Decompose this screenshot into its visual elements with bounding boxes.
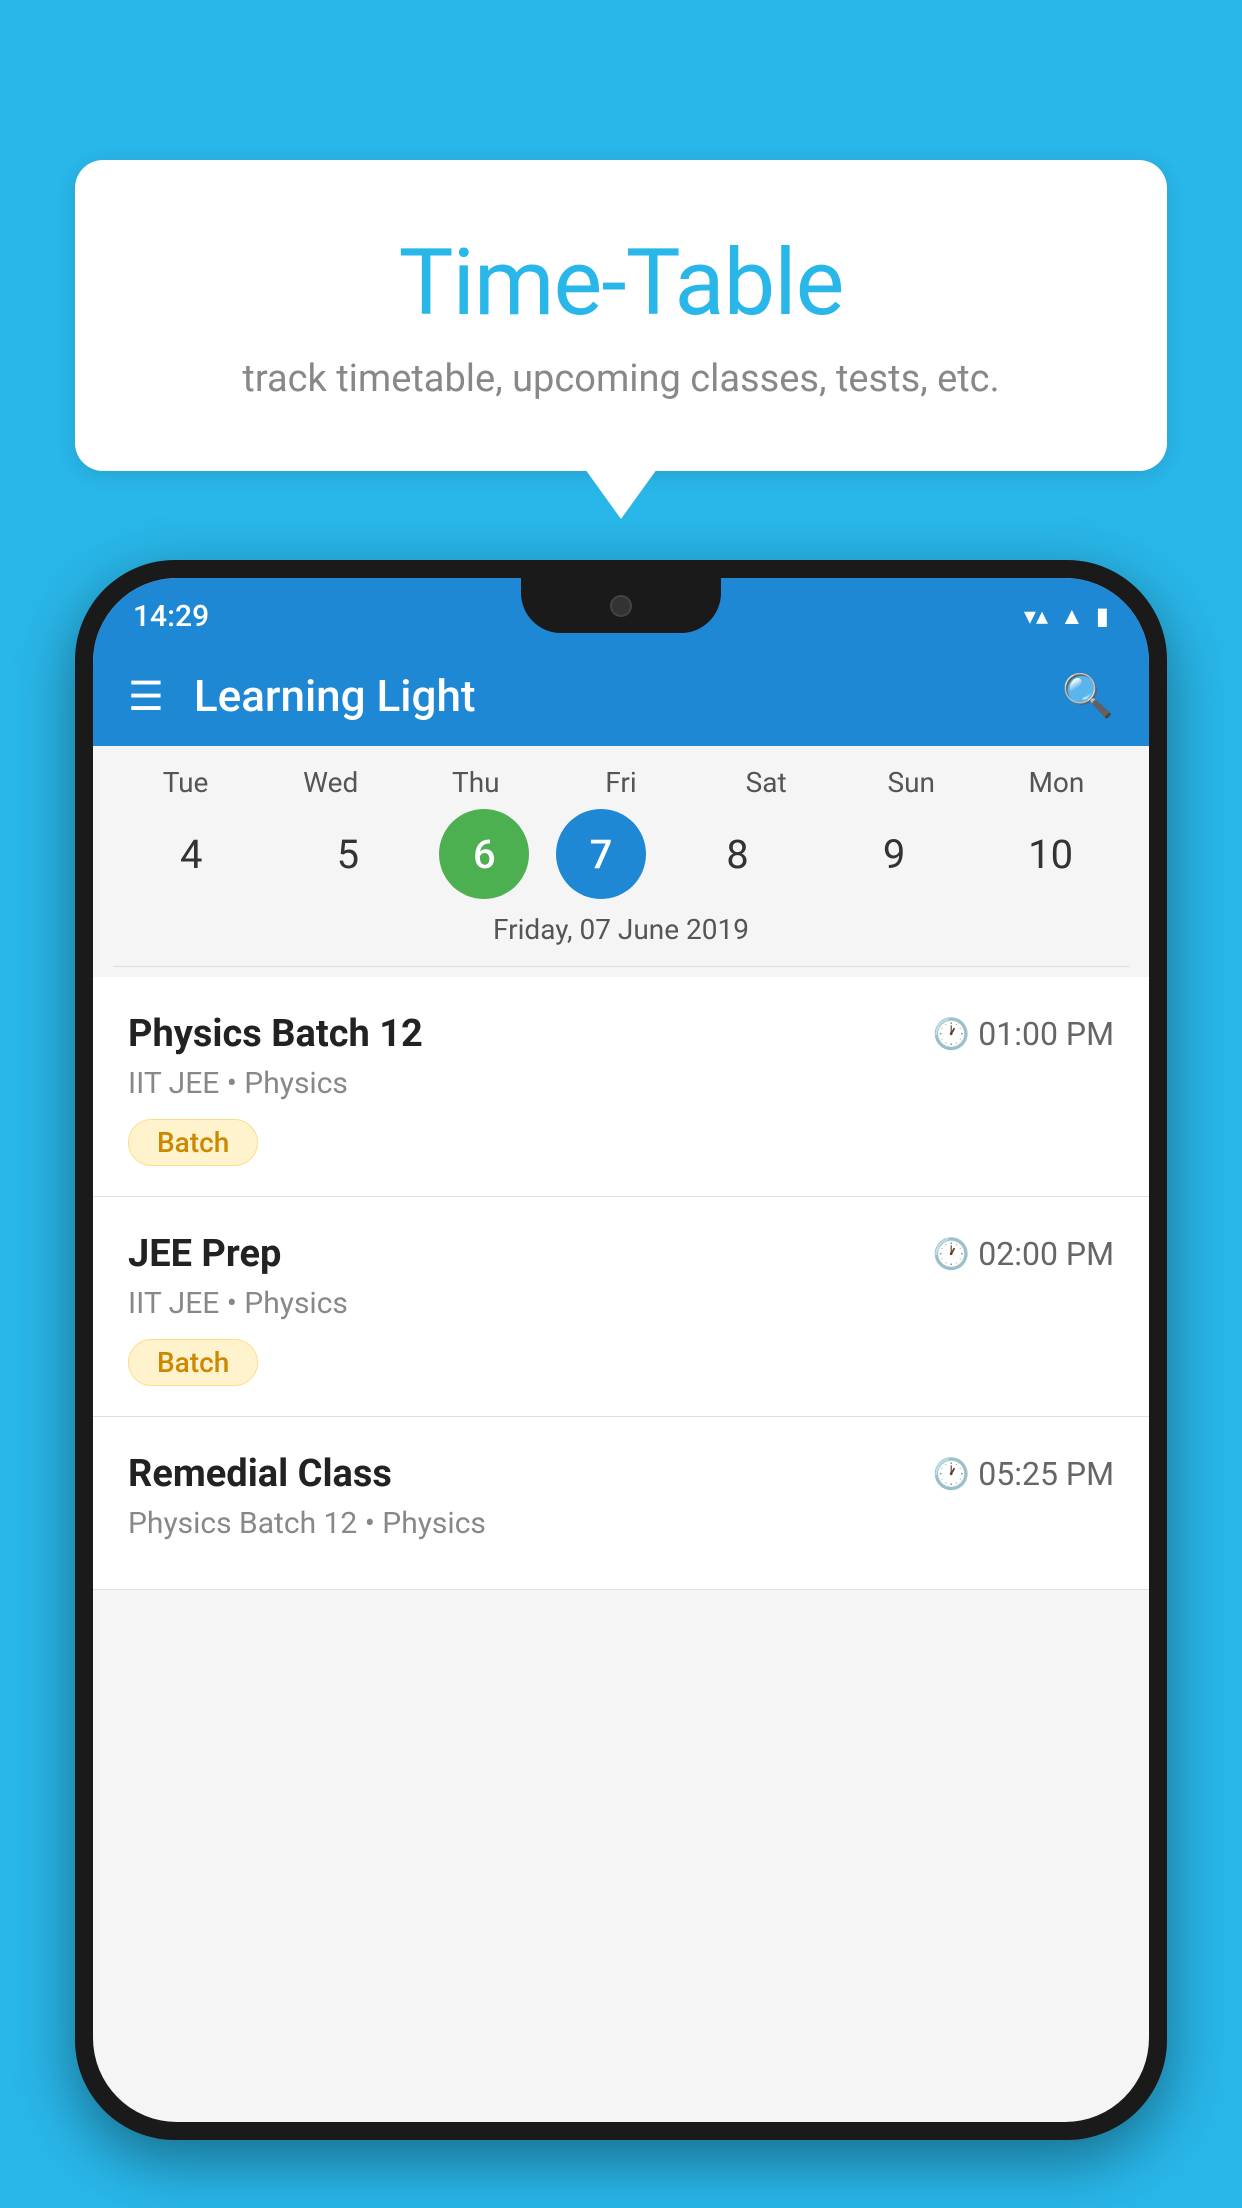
hamburger-icon[interactable]: ☰ [128, 673, 164, 720]
schedule-list: Physics Batch 12 🕐 01:00 PM IIT JEE • Ph… [93, 977, 1149, 1590]
schedule-item-2[interactable]: JEE Prep 🕐 02:00 PM IIT JEE • Physics Ba… [93, 1197, 1149, 1417]
front-camera [610, 595, 632, 617]
day-4[interactable]: 4 [126, 809, 256, 899]
clock-icon-3: 🕐 [933, 1457, 970, 1492]
schedule-item-1-subtitle: IIT JEE • Physics [128, 1066, 1114, 1101]
schedule-item-2-time: 🕐 02:00 PM [933, 1235, 1114, 1273]
schedule-item-2-badge: Batch [128, 1339, 258, 1386]
day-10[interactable]: 10 [986, 809, 1116, 899]
battery-icon: ▮ [1096, 602, 1109, 630]
schedule-item-1-badge: Batch [128, 1119, 258, 1166]
bubble-title: Time-Table [135, 230, 1107, 337]
schedule-item-3-subtitle: Physics Batch 12 • Physics [128, 1506, 1114, 1541]
schedule-item-1-header: Physics Batch 12 🕐 01:00 PM [128, 1012, 1114, 1056]
day-header-mon: Mon [991, 766, 1121, 799]
calendar-week: Tue Wed Thu Fri Sat Sun Mon 4 5 6 7 8 9 … [93, 746, 1149, 977]
schedule-item-1-name: Physics Batch 12 [128, 1012, 423, 1056]
schedule-item-2-header: JEE Prep 🕐 02:00 PM [128, 1232, 1114, 1276]
day-headers: Tue Wed Thu Fri Sat Sun Mon [113, 766, 1129, 799]
status-time: 14:29 [133, 599, 209, 634]
day-header-thu: Thu [411, 766, 541, 799]
day-header-sat: Sat [701, 766, 831, 799]
schedule-item-1[interactable]: Physics Batch 12 🕐 01:00 PM IIT JEE • Ph… [93, 977, 1149, 1197]
day-9[interactable]: 9 [829, 809, 959, 899]
schedule-item-3-name: Remedial Class [128, 1452, 392, 1496]
clock-icon-1: 🕐 [933, 1017, 970, 1052]
schedule-item-3-time: 🕐 05:25 PM [933, 1455, 1114, 1493]
search-icon[interactable]: 🔍 [1062, 672, 1114, 721]
day-header-wed: Wed [266, 766, 396, 799]
day-7-selected[interactable]: 7 [556, 809, 646, 899]
signal-icon: ▲ [1060, 602, 1084, 631]
day-header-fri: Fri [556, 766, 686, 799]
phone-notch [521, 578, 721, 633]
day-header-tue: Tue [121, 766, 251, 799]
speech-bubble: Time-Table track timetable, upcoming cla… [75, 160, 1167, 471]
schedule-item-3[interactable]: Remedial Class 🕐 05:25 PM Physics Batch … [93, 1417, 1149, 1590]
phone-mockup: 14:29 ▾▴ ▲ ▮ ☰ Learning Light 🔍 Tue Wed … [75, 560, 1167, 2208]
day-6-today[interactable]: 6 [439, 809, 529, 899]
selected-date: Friday, 07 June 2019 [113, 899, 1129, 967]
phone-screen: 14:29 ▾▴ ▲ ▮ ☰ Learning Light 🔍 Tue Wed … [93, 578, 1149, 2122]
schedule-item-2-subtitle: IIT JEE • Physics [128, 1286, 1114, 1321]
schedule-item-3-header: Remedial Class 🕐 05:25 PM [128, 1452, 1114, 1496]
wifi-icon: ▾▴ [1024, 602, 1048, 630]
day-5[interactable]: 5 [283, 809, 413, 899]
schedule-item-2-name: JEE Prep [128, 1232, 281, 1276]
app-title: Learning Light [194, 670, 1062, 722]
day-header-sun: Sun [846, 766, 976, 799]
bubble-subtitle: track timetable, upcoming classes, tests… [135, 357, 1107, 401]
clock-icon-2: 🕐 [933, 1237, 970, 1272]
day-numbers: 4 5 6 7 8 9 10 [113, 809, 1129, 899]
day-8[interactable]: 8 [673, 809, 803, 899]
app-bar: ☰ Learning Light 🔍 [93, 646, 1149, 746]
phone-frame: 14:29 ▾▴ ▲ ▮ ☰ Learning Light 🔍 Tue Wed … [75, 560, 1167, 2140]
intro-section: Time-Table track timetable, upcoming cla… [75, 160, 1167, 471]
schedule-item-1-time: 🕐 01:00 PM [933, 1015, 1114, 1053]
status-icons: ▾▴ ▲ ▮ [1024, 602, 1109, 631]
